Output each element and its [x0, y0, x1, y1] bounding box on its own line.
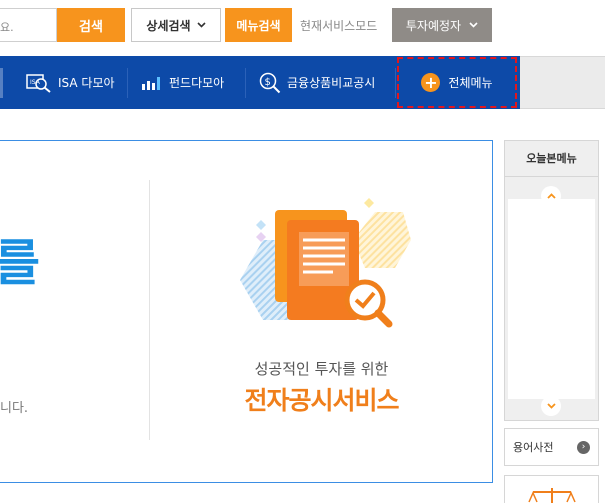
all-menu-button[interactable]: + 전체메뉴: [397, 57, 517, 108]
search-input[interactable]: 요.: [0, 8, 57, 42]
arrow-right-icon: ›: [577, 440, 590, 454]
headline-fragment: 를: [0, 234, 40, 292]
disclosure-document-illustration: [240, 198, 411, 328]
chevron-up-icon: [546, 193, 556, 199]
service-mode-value: 투자예정자: [405, 18, 462, 33]
chevron-down-icon: [197, 22, 206, 28]
detail-search-button[interactable]: 상세검색: [131, 8, 221, 42]
service-mode-label: 현재서비스모드: [300, 19, 378, 33]
bar-chart-icon: [142, 76, 160, 90]
nav-item-isa[interactable]: ISA ISA 다모아: [26, 56, 115, 109]
svg-text:$: $: [265, 77, 271, 88]
isa-search-icon: ISA: [26, 73, 51, 93]
detail-search-label: 상세검색: [146, 18, 191, 33]
nav-label: ISA 다모아: [58, 76, 115, 90]
service-mode-select[interactable]: 투자예정자: [392, 8, 492, 42]
promo-subtitle: 성공적인 투자를 위한: [254, 360, 389, 378]
law-banner[interactable]: [504, 475, 599, 503]
search-button[interactable]: 검색: [57, 8, 125, 42]
scroll-down-button[interactable]: [541, 396, 561, 416]
recent-menu-title: 오늘본메뉴: [504, 140, 599, 177]
recent-menu-list: [508, 199, 595, 399]
nav-right-background: [520, 56, 605, 109]
nav-divider: [395, 68, 396, 98]
glossary-label: 용어사전: [513, 441, 554, 454]
promo-title: 전자공시서비스: [244, 386, 399, 415]
nav-label: 금융상품비교공시: [287, 76, 376, 90]
nav-divider: [0, 68, 3, 98]
page-root: 요. 검색 상세검색 메뉴검색 현재서비스모드 투자예정자 ISA ISA 다모…: [0, 0, 605, 503]
nav-item-fund[interactable]: 펀드다모아: [141, 56, 224, 109]
nav-divider: [245, 68, 246, 98]
chevron-down-icon: [469, 22, 478, 28]
search-placeholder: 요.: [0, 21, 14, 34]
glossary-link[interactable]: 용어사전 ›: [504, 428, 599, 466]
svg-text:ISA: ISA: [30, 79, 41, 86]
scroll-up-button[interactable]: [541, 186, 561, 206]
money-search-icon: $: [259, 72, 281, 93]
plus-circle-icon: +: [421, 73, 441, 92]
menu-search-button[interactable]: 메뉴검색: [225, 8, 292, 42]
nav-divider: [127, 68, 128, 98]
description-fragment: 니다.: [0, 401, 29, 416]
chevron-down-icon: [546, 403, 556, 409]
all-menu-label: 전체메뉴: [448, 76, 493, 90]
nav-item-compare[interactable]: $ 금융상품비교공시: [259, 56, 375, 109]
scale-icon: [528, 488, 576, 503]
nav-label: 펀드다모아: [169, 76, 225, 90]
